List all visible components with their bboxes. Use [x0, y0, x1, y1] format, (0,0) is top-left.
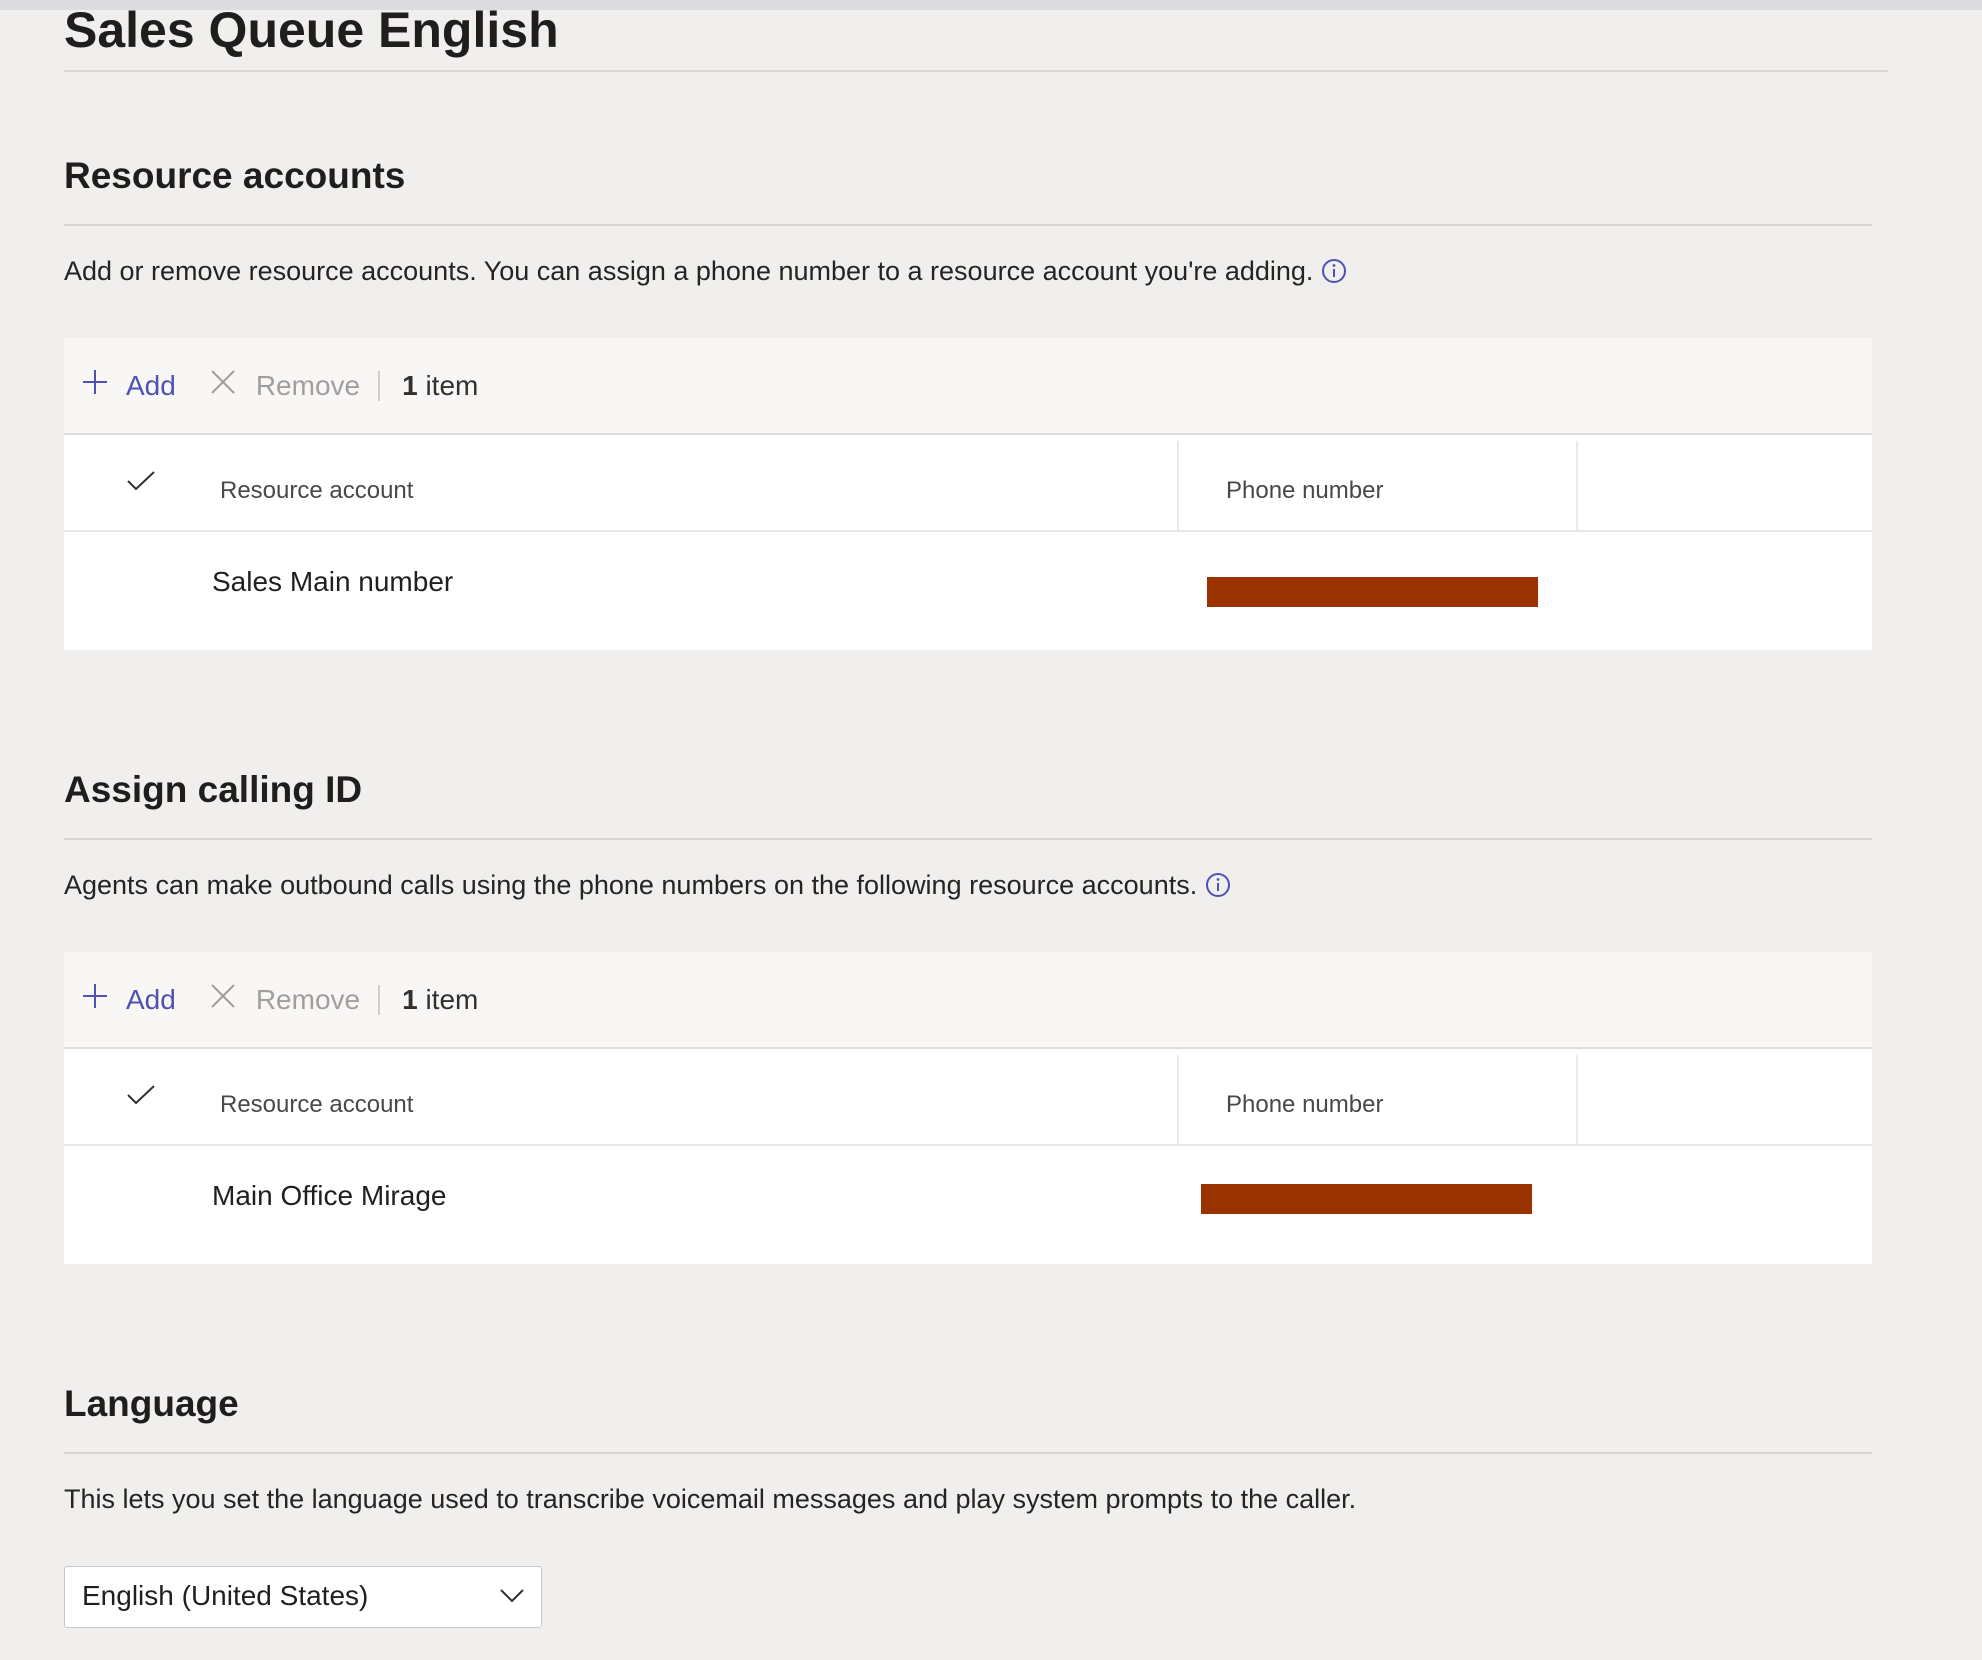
chevron-down-icon [499, 1587, 525, 1605]
calling-id-description: Agents can make outbound calls using the… [64, 868, 1872, 902]
calling-id-toolbar: Add Remove 1 item [64, 952, 1872, 1049]
resource-account-name: Main Office Mirage [212, 1180, 447, 1211]
add-resource-account-button[interactable]: Add [82, 369, 176, 402]
column-header-phone-number[interactable]: Phone number [1226, 1091, 1383, 1119]
column-divider[interactable] [1177, 1055, 1179, 1144]
item-count: 1 item [402, 984, 478, 1016]
table-header: Resource account Phone number [64, 435, 1872, 532]
calling-id-description-text: Agents can make outbound calls using the… [64, 870, 1198, 900]
title-divider [64, 70, 1888, 72]
column-divider[interactable] [1177, 441, 1179, 530]
resource-accounts-section: Resource accounts Add or remove resource… [64, 154, 1872, 650]
remove-button-label: Remove [255, 369, 361, 401]
resource-accounts-heading: Resource accounts [64, 155, 406, 196]
column-header-resource-account[interactable]: Resource account [220, 1091, 413, 1119]
item-count-number: 1 [402, 983, 418, 1015]
select-all-checkmark-icon[interactable] [126, 1083, 156, 1107]
section-divider [64, 838, 1872, 840]
calling-id-heading: Assign calling ID [64, 769, 363, 810]
calling-id-table: Add Remove 1 item Resource account Phone… [64, 952, 1872, 1264]
language-dropdown[interactable]: English (United States) [64, 1566, 542, 1628]
plus-icon [82, 983, 108, 1016]
resource-account-name: Sales Main number [212, 566, 454, 597]
close-icon [210, 369, 236, 402]
section-divider [64, 1452, 1872, 1454]
info-icon[interactable] [1321, 258, 1347, 284]
column-header-resource-account[interactable]: Resource account [220, 477, 413, 505]
phone-number-redacted [1201, 1184, 1532, 1214]
resource-accounts-description-text: Add or remove resource accounts. You can… [64, 256, 1314, 286]
remove-resource-account-button[interactable]: Remove [210, 369, 360, 402]
remove-calling-id-button[interactable]: Remove [210, 983, 360, 1016]
remove-button-label: Remove [255, 983, 361, 1015]
language-heading: Language [64, 1383, 239, 1424]
info-icon[interactable] [1205, 872, 1231, 898]
table-header: Resource account Phone number [64, 1049, 1872, 1146]
resource-accounts-table: Add Remove 1 item Resource account Phone… [64, 338, 1872, 650]
column-divider[interactable] [1576, 441, 1578, 530]
column-header-phone-number[interactable]: Phone number [1226, 477, 1383, 505]
add-button-label: Add [126, 369, 176, 401]
item-count-suffix: item [425, 983, 479, 1015]
plus-icon [82, 369, 108, 402]
language-section: Language This lets you set the language … [64, 1382, 1872, 1628]
phone-number-redacted [1207, 577, 1538, 607]
column-divider[interactable] [1576, 1055, 1578, 1144]
section-divider [64, 224, 1872, 226]
resource-accounts-description: Add or remove resource accounts. You can… [64, 254, 1872, 288]
language-description-text: This lets you set the language used to t… [64, 1484, 1357, 1514]
item-count: 1 item [402, 370, 478, 402]
add-calling-id-button[interactable]: Add [82, 983, 176, 1016]
add-button-label: Add [126, 983, 176, 1015]
item-count-number: 1 [402, 369, 418, 401]
select-all-checkmark-icon[interactable] [126, 469, 156, 493]
page-title: Sales Queue English [64, 2, 559, 58]
close-icon [210, 983, 236, 1016]
language-description: This lets you set the language used to t… [64, 1482, 1872, 1516]
resource-accounts-toolbar: Add Remove 1 item [64, 338, 1872, 435]
calling-id-section: Assign calling ID Agents can make outbou… [64, 768, 1872, 1264]
table-row[interactable]: Main Office Mirage [64, 1146, 1872, 1264]
item-count-suffix: item [425, 369, 479, 401]
toolbar-separator [378, 984, 381, 1015]
table-row[interactable]: Sales Main number [64, 532, 1872, 650]
toolbar-separator [378, 370, 381, 401]
language-dropdown-value: English (United States) [82, 1580, 369, 1611]
